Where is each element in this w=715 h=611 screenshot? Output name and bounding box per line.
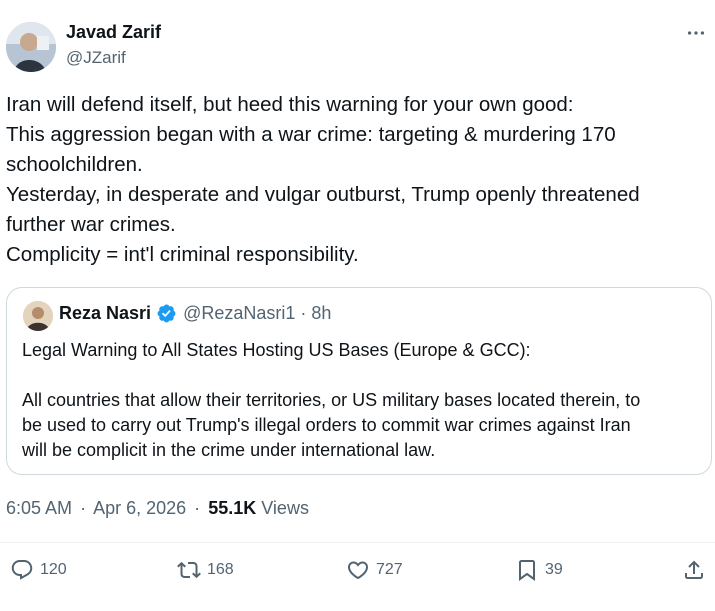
meta-separator: · <box>80 498 87 518</box>
quote-timestamp[interactable]: 8h <box>311 303 331 324</box>
repost-button[interactable]: 168 <box>177 558 234 582</box>
author-handle[interactable]: @JZarif <box>66 48 126 68</box>
quote-text: Legal Warning to All States Hosting US B… <box>22 338 712 463</box>
views-label: Views <box>261 498 309 518</box>
tweet-text-line: This aggression began with a war crime: … <box>6 123 616 146</box>
more-icon[interactable] <box>681 18 711 48</box>
quote-text-line: All countries that allow their territori… <box>22 390 641 410</box>
quote-text-blank-line <box>22 363 712 388</box>
tweet-text-line: Complicity = int'l criminal responsibili… <box>6 243 359 266</box>
tweet-text-line: schoolchildren. <box>6 153 143 176</box>
divider <box>0 542 715 543</box>
reply-button[interactable]: 120 <box>10 558 67 582</box>
reply-icon <box>11 560 33 580</box>
tweet-text-line: Iran will defend itself, but heed this w… <box>6 93 574 116</box>
tweet-meta: 6:05 AM · Apr 6, 2026 · 55.1K Views <box>6 498 309 519</box>
share-icon <box>685 560 703 579</box>
views-count: 55.1K <box>208 498 257 518</box>
heart-icon <box>347 561 369 580</box>
quote-header: Reza Nasri @RezaNasri1 · 8h <box>59 303 331 324</box>
quote-author-name[interactable]: Reza Nasri <box>59 303 151 324</box>
share-button[interactable] <box>682 558 706 582</box>
quoted-tweet[interactable]: Reza Nasri @RezaNasri1 · 8h Legal Warnin… <box>6 287 712 475</box>
quote-text-line: Legal Warning to All States Hosting US B… <box>22 340 531 360</box>
meta-separator: · <box>194 498 201 518</box>
like-count: 727 <box>376 561 403 578</box>
quote-author-avatar[interactable] <box>23 301 53 331</box>
like-button[interactable]: 727 <box>346 558 403 582</box>
quote-text-line: will be complicit in the crime under int… <box>22 440 436 460</box>
author-avatar[interactable] <box>6 22 56 72</box>
reply-count: 120 <box>40 561 67 578</box>
repost-count: 168 <box>207 561 234 578</box>
tweet-text: Iran will defend itself, but heed this w… <box>6 90 706 270</box>
author-name[interactable]: Javad Zarif <box>66 22 161 43</box>
quote-separator: · <box>300 303 307 323</box>
tweet-time[interactable]: 6:05 AM <box>6 498 72 518</box>
bookmark-icon <box>519 560 535 581</box>
quote-author-handle[interactable]: @RezaNasri1 <box>183 303 295 324</box>
repost-icon <box>177 561 201 579</box>
verified-badge-icon <box>157 304 176 323</box>
tweet-text-line: Yesterday, in desperate and vulgar outbu… <box>6 183 640 206</box>
action-bar: 120 168 727 39 <box>0 558 715 588</box>
bookmark-count: 39 <box>545 561 563 578</box>
tweet-date[interactable]: Apr 6, 2026 <box>93 498 186 518</box>
tweet-text-line: further war crimes. <box>6 213 176 236</box>
bookmark-button[interactable]: 39 <box>515 558 563 582</box>
quote-text-line: be used to carry out Trump's illegal ord… <box>22 415 631 435</box>
